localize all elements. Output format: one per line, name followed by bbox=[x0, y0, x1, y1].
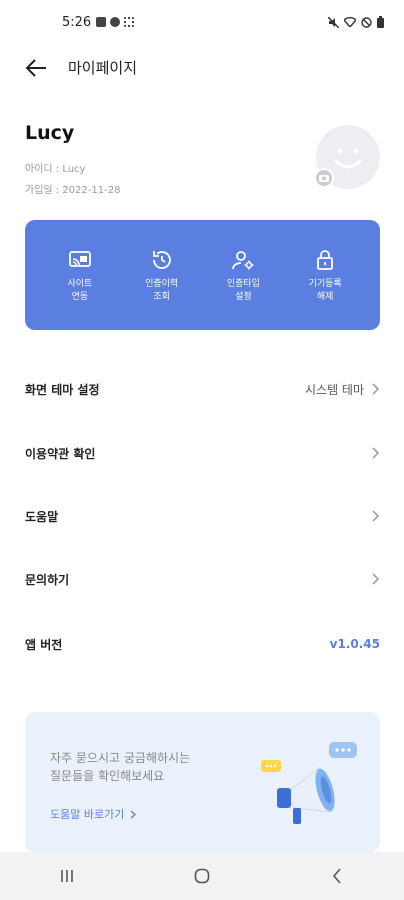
gallery-icon bbox=[96, 17, 106, 27]
help-link-label: 도움말 바로가기 bbox=[50, 808, 125, 821]
user-id-label: 아이디 : bbox=[25, 164, 63, 175]
help-banner: 자주 묻으시고 궁금해하시는 질문들을 확인해보세요 도움말 바로가기 bbox=[25, 712, 380, 852]
action-auth-history[interactable]: 인증이력 조회 bbox=[126, 220, 198, 330]
user-settings-icon bbox=[232, 251, 254, 270]
battery-icon bbox=[377, 16, 384, 28]
menu-app-version: 앱 버전 v1.0.45 bbox=[25, 626, 380, 662]
cast-screen-icon bbox=[68, 251, 91, 267]
settings-icon bbox=[110, 17, 120, 27]
home-button[interactable] bbox=[182, 856, 222, 896]
no-sim-icon bbox=[361, 16, 372, 28]
user-id-row: 아이디 : Lucy bbox=[25, 160, 85, 175]
menu-label: 문의하기 bbox=[25, 572, 70, 587]
back-button[interactable] bbox=[22, 54, 50, 82]
system-icons bbox=[328, 16, 384, 28]
menu-label: 도움말 bbox=[25, 509, 59, 524]
menu-terms[interactable]: 이용약관 확인 bbox=[25, 435, 380, 471]
join-date-label: 가입일 : bbox=[25, 185, 63, 196]
chevron-left-icon bbox=[332, 868, 341, 884]
notification-icons bbox=[96, 17, 134, 27]
action-device-unregister[interactable]: 기기등록 해제 bbox=[289, 220, 361, 330]
menu-label: 이용약관 확인 bbox=[25, 446, 96, 461]
lock-icon bbox=[317, 250, 334, 270]
help-shortcut-link[interactable]: 도움말 바로가기 bbox=[50, 806, 137, 822]
arrow-left-icon bbox=[25, 59, 46, 77]
wifi-icon bbox=[344, 17, 356, 27]
chevron-right-icon bbox=[372, 447, 380, 459]
join-date-row: 가입일 : 2022-11-28 bbox=[25, 181, 120, 196]
menu-inquiry[interactable]: 문의하기 bbox=[25, 561, 380, 597]
app-header: 마이페이지 bbox=[0, 48, 404, 88]
version-value: v1.0.45 bbox=[329, 637, 380, 651]
banner-text: 자주 묻으시고 궁금해하시는 질문들을 확인해보세요 bbox=[50, 751, 191, 783]
system-nav-bar bbox=[0, 852, 404, 900]
chevron-right-icon bbox=[372, 573, 380, 585]
menu-label: 화면 테마 설정 bbox=[25, 382, 100, 397]
page-title: 마이페이지 bbox=[68, 59, 138, 77]
camera-icon bbox=[319, 175, 329, 182]
quick-actions-card: 사이트 연동 인증이력 조회 인증타입 설정 기기등록 해제 bbox=[25, 220, 380, 330]
user-id-value: Lucy bbox=[62, 164, 86, 175]
action-label: 사이트 연동 bbox=[67, 279, 93, 303]
back-nav-button[interactable] bbox=[317, 856, 357, 896]
chevron-right-icon bbox=[130, 809, 137, 819]
theme-value: 시스템 테마 bbox=[304, 382, 364, 397]
action-label: 인증이력 조회 bbox=[145, 279, 179, 303]
grid-icon bbox=[124, 17, 134, 27]
megaphone-illustration bbox=[261, 742, 357, 824]
action-auth-type[interactable]: 인증타입 설정 bbox=[207, 220, 279, 330]
user-name: Lucy bbox=[25, 122, 75, 144]
history-icon bbox=[152, 251, 171, 269]
status-time: 5:26 bbox=[62, 15, 92, 30]
recent-apps-button[interactable] bbox=[47, 856, 87, 896]
chevron-right-icon bbox=[372, 510, 380, 522]
home-icon bbox=[194, 868, 210, 884]
menu-theme-setting[interactable]: 화면 테마 설정 시스템 테마 bbox=[25, 371, 380, 407]
menu-help[interactable]: 도움말 bbox=[25, 498, 380, 534]
recent-apps-icon bbox=[61, 870, 74, 882]
camera-badge[interactable] bbox=[314, 168, 334, 188]
mute-icon bbox=[328, 16, 339, 28]
chevron-right-icon bbox=[372, 383, 380, 395]
status-bar: 5:26 bbox=[0, 0, 404, 48]
action-label: 인증타입 설정 bbox=[226, 279, 260, 303]
action-site-link[interactable]: 사이트 연동 bbox=[44, 220, 116, 330]
action-label: 기기등록 해제 bbox=[308, 279, 342, 303]
join-date-value: 2022-11-28 bbox=[62, 185, 121, 196]
menu-label: 앱 버전 bbox=[25, 637, 63, 652]
